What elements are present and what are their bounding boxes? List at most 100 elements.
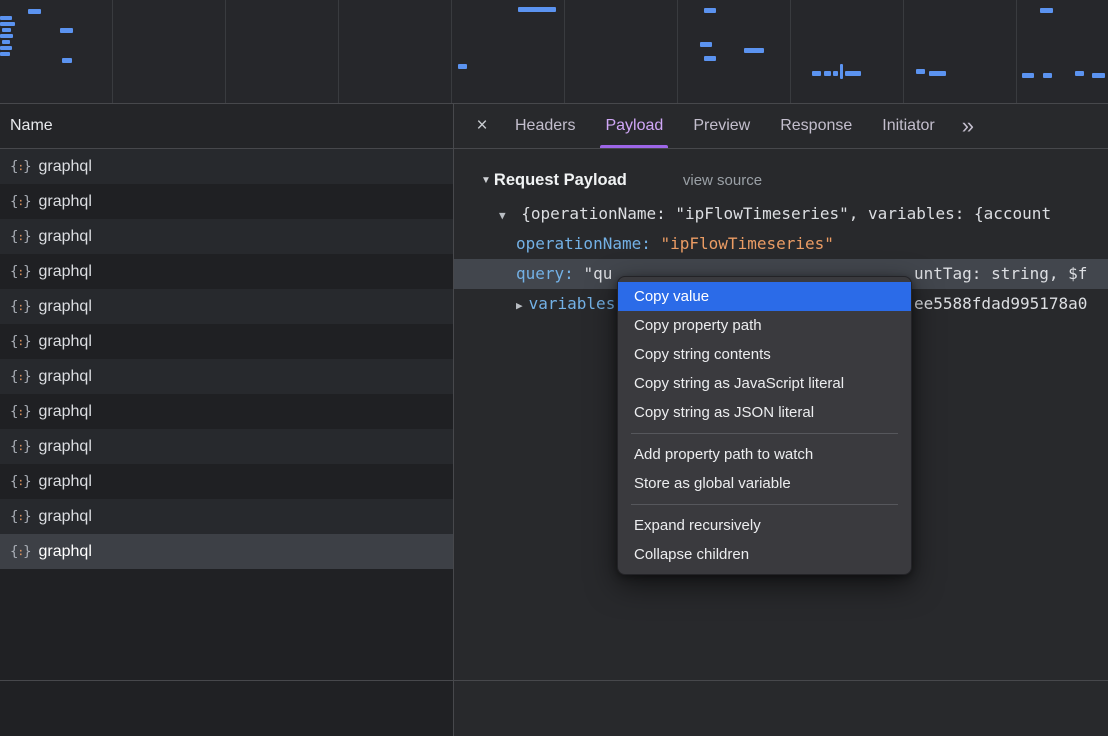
network-panel-body: Name {∶}graphql{∶}graphql{∶}graphql{∶}gr… <box>0 104 1108 736</box>
timeline-request-bar <box>0 34 13 38</box>
timeline-request-bar <box>458 64 467 69</box>
menu-item-collapse-children[interactable]: Collapse children <box>618 540 911 569</box>
json-braces-icon: {∶} <box>10 194 31 210</box>
request-name-label: graphql <box>39 333 92 351</box>
network-request-row[interactable]: {∶} graphql <box>0 289 453 324</box>
timeline-request-bar <box>744 48 764 53</box>
property-key: variables <box>529 294 616 313</box>
json-braces-icon: {∶} <box>10 404 31 420</box>
timeline-request-bar <box>1040 8 1053 13</box>
timeline-request-bar <box>28 9 41 14</box>
network-request-row[interactable]: {∶} graphql <box>0 394 453 429</box>
network-request-row[interactable]: {∶} graphql <box>0 219 453 254</box>
timeline-request-bar <box>916 69 925 74</box>
detail-tab-strip: × HeadersPayloadPreviewResponseInitiator… <box>454 104 1108 149</box>
network-request-row[interactable]: {∶} graphql <box>0 499 453 534</box>
menu-item-copy-string-as-json-literal[interactable]: Copy string as JSON literal <box>618 398 911 427</box>
tree-row-operation-name[interactable]: operationName: "ipFlowTimeseries" <box>454 229 1108 259</box>
timeline-request-bar <box>812 71 821 76</box>
request-name-label: graphql <box>39 473 92 491</box>
timeline-request-bar <box>0 22 15 26</box>
timeline-request-bar <box>1075 71 1084 76</box>
request-list: {∶} graphql {∶} graphql {∶} graphql {∶} graphql… <box>0 149 453 736</box>
timeline-request-bar <box>2 40 10 44</box>
property-value-right: ee5588fdad995178a0 <box>914 289 1087 319</box>
property-key: query: <box>516 264 574 283</box>
tab-response[interactable]: Response <box>765 104 867 148</box>
payload-section-header: ▼ Request Payload view source <box>454 165 1108 195</box>
request-name-label: graphql <box>39 263 92 281</box>
section-title: Request Payload <box>494 171 627 190</box>
timeline-request-bar <box>824 71 831 76</box>
timeline-request-bar <box>700 42 712 47</box>
menu-item-copy-property-path[interactable]: Copy property path <box>618 311 911 340</box>
timeline-request-bar <box>0 46 12 50</box>
tab-preview[interactable]: Preview <box>678 104 765 148</box>
timeline-request-bar <box>1043 73 1052 78</box>
json-braces-icon: {∶} <box>10 474 31 490</box>
network-request-row[interactable]: {∶} graphql <box>0 464 453 499</box>
root-preview-text: {operationName: "ipFlowTimeseries", vari… <box>521 204 1051 223</box>
context-menu: Copy valueCopy property pathCopy string … <box>617 276 912 575</box>
collapsed-arrow-icon[interactable]: ▶ <box>516 299 523 312</box>
menu-item-copy-string-as-javascript-literal[interactable]: Copy string as JavaScript literal <box>618 369 911 398</box>
close-detail-icon[interactable]: × <box>464 115 500 137</box>
view-source-link[interactable]: view source <box>683 172 762 189</box>
menu-separator <box>631 504 898 505</box>
tab-payload[interactable]: Payload <box>590 104 678 148</box>
timeline-request-bar <box>840 64 843 79</box>
property-value: "ipFlowTimeseries" <box>661 234 834 253</box>
property-value-left: "qu <box>583 264 612 283</box>
json-braces-icon: {∶} <box>10 264 31 280</box>
request-name-label: graphql <box>39 228 92 246</box>
network-request-row[interactable]: {∶} graphql <box>0 184 453 219</box>
network-request-row[interactable]: {∶} graphql <box>0 429 453 464</box>
json-braces-icon: {∶} <box>10 334 31 350</box>
devtools-window: Name {∶}graphql{∶}graphql{∶}graphql{∶}gr… <box>0 0 1108 736</box>
menu-separator <box>631 433 898 434</box>
detail-tabs: HeadersPayloadPreviewResponseInitiator <box>500 104 950 148</box>
name-column-header[interactable]: Name <box>0 104 453 149</box>
request-name-label: graphql <box>39 508 92 526</box>
more-tabs-icon[interactable]: » <box>950 104 986 148</box>
timeline-request-bar <box>0 52 10 56</box>
expand-arrow-icon[interactable]: ▼ <box>499 209 506 222</box>
menu-item-add-property-path-to-watch[interactable]: Add property path to watch <box>618 440 911 469</box>
request-name-label: graphql <box>39 403 92 421</box>
network-overview-timeline[interactable] <box>0 0 1108 104</box>
section-collapse-icon[interactable]: ▼ <box>481 175 491 186</box>
property-key: operationName: <box>516 234 651 253</box>
request-name-label: graphql <box>39 543 92 561</box>
json-braces-icon: {∶} <box>10 299 31 315</box>
network-name-column: Name {∶}graphql{∶}graphql{∶}graphql{∶}gr… <box>0 104 454 736</box>
menu-item-copy-string-contents[interactable]: Copy string contents <box>618 340 911 369</box>
json-braces-icon: {∶} <box>10 229 31 245</box>
json-braces-icon: {∶} <box>10 369 31 385</box>
footer-divider <box>0 680 1108 681</box>
timeline-request-bar <box>704 8 716 13</box>
menu-item-expand-recursively[interactable]: Expand recursively <box>618 511 911 540</box>
timeline-request-bar <box>62 58 72 63</box>
network-request-row[interactable]: {∶} graphql <box>0 324 453 359</box>
network-request-row[interactable]: {∶}graphql <box>0 149 453 184</box>
timeline-request-bar <box>704 56 716 61</box>
property-value-right: untTag: string, $f <box>914 259 1087 289</box>
tree-root-row[interactable]: ▼ {operationName: "ipFlowTimeseries", va… <box>454 199 1108 229</box>
json-braces-icon: {∶} <box>10 509 31 525</box>
timeline-request-bar <box>2 28 11 32</box>
request-name-label: graphql <box>39 298 92 316</box>
json-braces-icon: {∶} <box>10 439 31 455</box>
network-request-row[interactable]: {∶} graphql <box>0 254 453 289</box>
request-name-label: graphql <box>39 193 92 211</box>
network-request-row[interactable]: {∶} graphql <box>0 359 453 394</box>
network-request-row[interactable]: {∶}graphql <box>0 534 453 569</box>
tab-initiator[interactable]: Initiator <box>867 104 949 148</box>
timeline-request-bar <box>1092 73 1105 78</box>
request-name-label: graphql <box>39 438 92 456</box>
request-name-label: graphql <box>39 368 92 386</box>
menu-item-store-as-global-variable[interactable]: Store as global variable <box>618 469 911 498</box>
tab-headers[interactable]: Headers <box>500 104 590 148</box>
timeline-request-bar <box>0 16 12 20</box>
timeline-request-bar <box>518 7 556 12</box>
menu-item-copy-value[interactable]: Copy value <box>618 282 911 311</box>
